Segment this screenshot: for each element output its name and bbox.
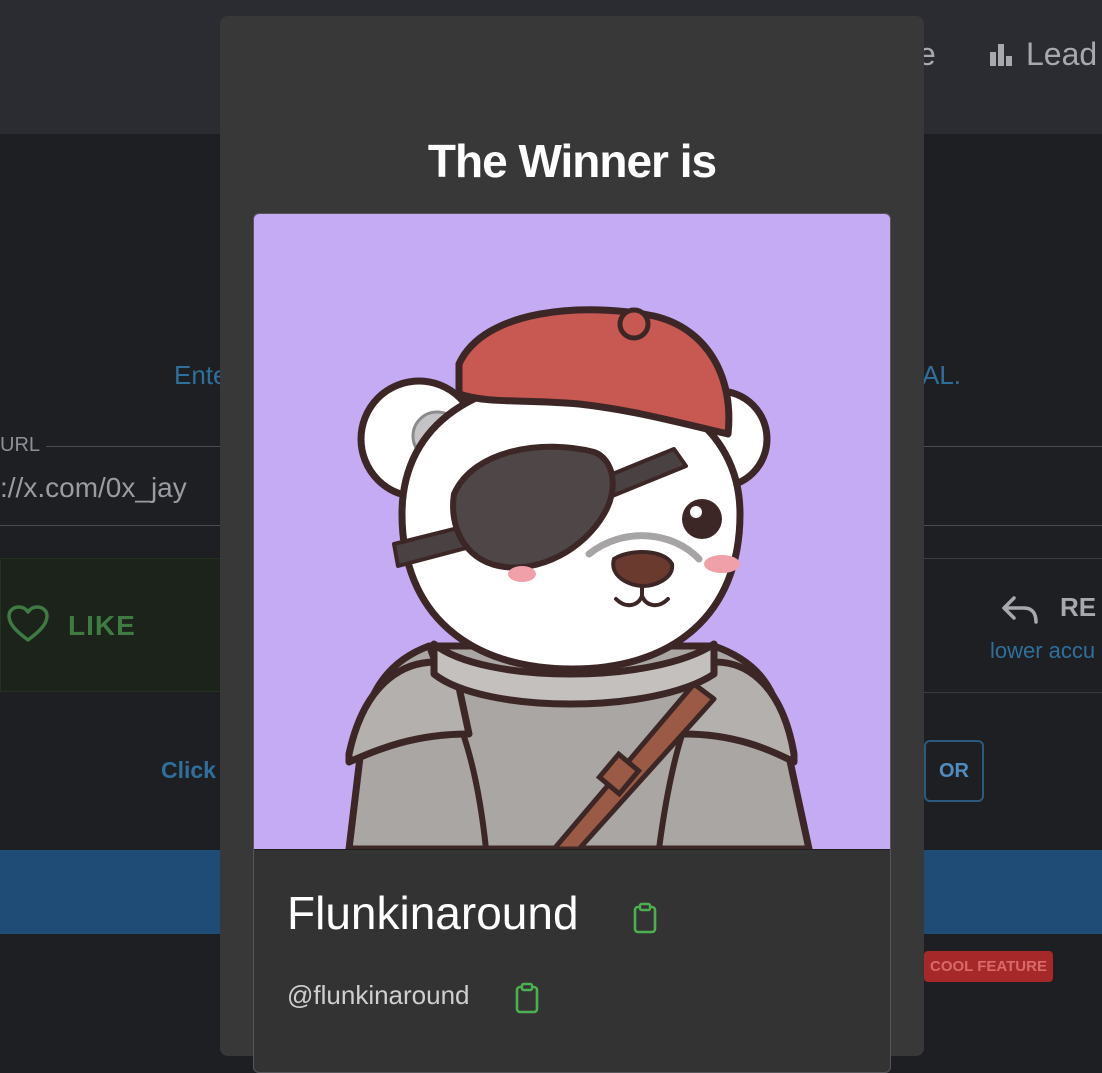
clipboard-copy-icon[interactable] xyxy=(633,902,657,934)
reply-icon xyxy=(1002,596,1038,624)
url-field-label: URL xyxy=(0,434,47,457)
winner-avatar-image xyxy=(254,214,890,849)
nav-leaderboard-label: Lead xyxy=(1026,36,1098,72)
winner-handle: @flunkinaround xyxy=(287,980,470,1010)
nav-item-leaderboard[interactable]: Lead xyxy=(990,36,1097,73)
cool-feature-badge: COOL FEATURE xyxy=(924,951,1053,982)
like-label: LIKE xyxy=(68,610,136,641)
reply-label[interactable]: RE xyxy=(1060,592,1096,623)
click-instruction: Click xyxy=(161,757,216,783)
divider xyxy=(924,692,1102,693)
instructions-text-right: AL. xyxy=(922,360,962,390)
winner-modal: The Winner is Flunkinaround @flunkinarou… xyxy=(220,16,924,1073)
divider xyxy=(924,558,1102,559)
card-divider xyxy=(254,849,890,850)
modal-title: The Winner is xyxy=(427,135,717,187)
reply-description: lower accu xyxy=(990,638,1096,663)
bar-chart-icon xyxy=(990,43,1012,66)
url-field-value[interactable]: ://x.com/0x_jay xyxy=(0,472,187,504)
winner-card: Flunkinaround @flunkinaround xyxy=(253,213,891,1073)
clipboard-copy-icon[interactable] xyxy=(515,982,539,1014)
winner-display-name: Flunkinaround xyxy=(287,887,579,939)
or-button[interactable]: OR xyxy=(924,740,984,802)
heart-icon xyxy=(7,605,49,642)
